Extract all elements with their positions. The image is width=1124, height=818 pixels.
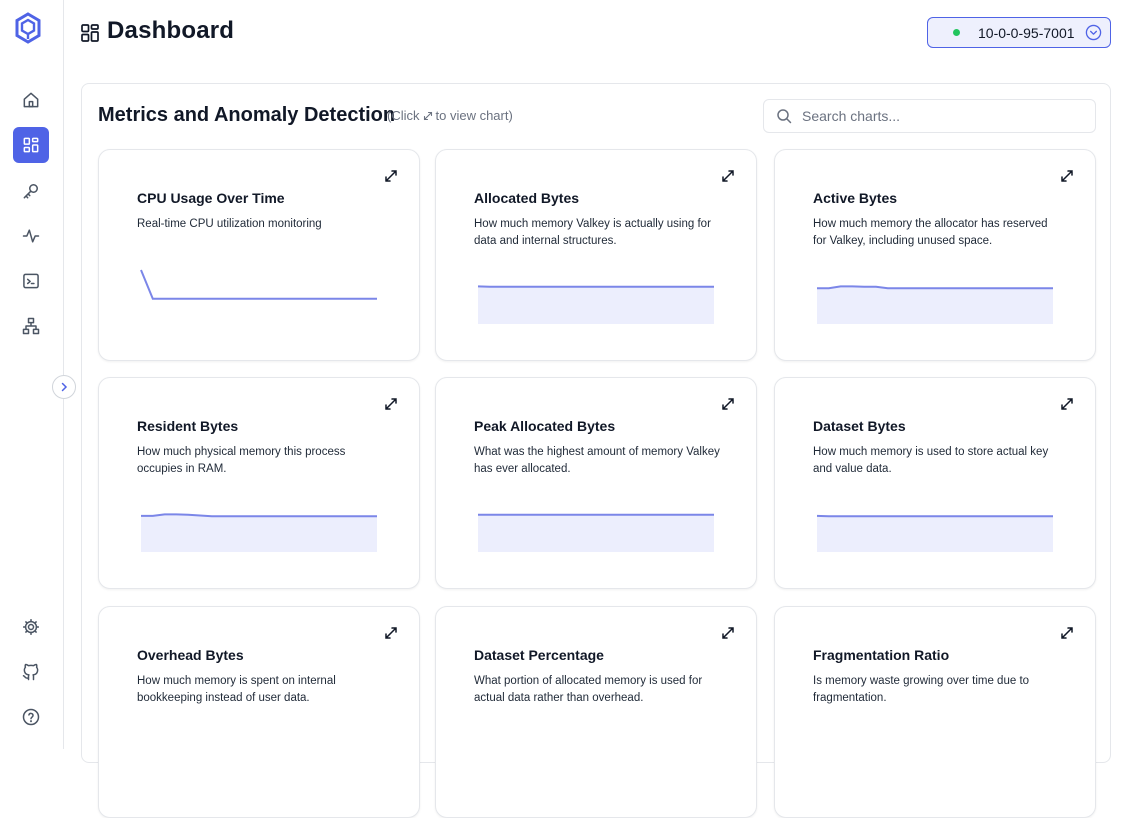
valkey-logo-icon[interactable] [14, 12, 42, 44]
card-description: How much memory Valkey is actually using… [474, 216, 724, 250]
search-icon [776, 108, 792, 124]
grid-icon [21, 135, 41, 155]
card-title: Peak Allocated Bytes [474, 418, 615, 434]
expand-icon [423, 111, 433, 121]
github-icon [21, 662, 41, 682]
card-title: Fragmentation Ratio [813, 647, 949, 663]
card-title: Resident Bytes [137, 418, 238, 434]
section-hint: (Click to view chart) [387, 108, 513, 123]
chart-line [141, 270, 377, 299]
card-description: Real-time CPU utilization monitoring [137, 216, 387, 233]
metric-card[interactable]: Dataset Percentage What portion of alloca… [435, 606, 757, 818]
sparkline-chart [476, 490, 716, 552]
chevron-down-icon [1085, 24, 1102, 41]
expand-icon[interactable] [383, 168, 399, 184]
metric-card[interactable]: Active Bytes How much memory the allocato… [774, 149, 1096, 361]
sidebar-expand-button[interactable] [52, 375, 76, 399]
expand-icon[interactable] [720, 168, 736, 184]
metric-card[interactable]: Resident Bytes How much physical memory t… [98, 377, 420, 589]
hint-text-after: to view chart) [436, 108, 513, 123]
card-title: Overhead Bytes [137, 647, 244, 663]
activity-icon [21, 226, 41, 246]
sidebar-item-github[interactable] [13, 654, 49, 690]
connection-label: 10-0-0-95-7001 [978, 25, 1075, 41]
dashboard-grid-icon [81, 24, 99, 42]
metric-card[interactable]: Dataset Bytes How much memory is used to … [774, 377, 1096, 589]
metric-card[interactable]: Fragmentation Ratio Is memory waste growi… [774, 606, 1096, 818]
hint-text-before: (Click [387, 108, 420, 123]
search-input[interactable] [802, 108, 1082, 124]
card-description: How much memory is used to store actual … [813, 444, 1063, 478]
sparkline-chart [139, 262, 379, 324]
sparkline-chart [815, 262, 1055, 324]
page-title: Dashboard [107, 17, 234, 45]
sidebar-item-cluster[interactable] [13, 308, 49, 344]
chart-area [817, 516, 1053, 552]
sidebar-item-terminal[interactable] [13, 263, 49, 299]
card-title: CPU Usage Over Time [137, 190, 285, 206]
sparkline-chart [476, 262, 716, 324]
card-description: What portion of allocated memory is used… [474, 673, 724, 707]
house-icon [21, 90, 41, 110]
metric-card[interactable]: CPU Usage Over Time Real-time CPU utiliza… [98, 149, 420, 361]
expand-icon[interactable] [720, 625, 736, 641]
section-title: Metrics and Anomaly Detection [98, 104, 395, 127]
sidebar-item-monitoring[interactable] [13, 218, 49, 254]
card-title: Allocated Bytes [474, 190, 579, 206]
card-title: Active Bytes [813, 190, 897, 206]
chart-area [817, 286, 1053, 324]
sidebar-item-help[interactable] [13, 699, 49, 735]
expand-icon[interactable] [1059, 625, 1075, 641]
sidebar-item-home[interactable] [13, 82, 49, 118]
card-description: How much physical memory this process oc… [137, 444, 387, 478]
card-description: How much memory is spent on internal boo… [137, 673, 387, 707]
chart-area [141, 514, 377, 552]
expand-icon[interactable] [1059, 168, 1075, 184]
expand-icon[interactable] [383, 396, 399, 412]
card-title: Dataset Bytes [813, 418, 906, 434]
card-description: Is memory waste growing over time due to… [813, 673, 1063, 707]
gear-icon [21, 617, 41, 637]
card-description: How much memory the allocator has reserv… [813, 216, 1063, 250]
card-description: What was the highest amount of memory Va… [474, 444, 724, 478]
help-circle-icon [21, 707, 41, 727]
card-title: Dataset Percentage [474, 647, 604, 663]
sidebar-item-settings[interactable] [13, 609, 49, 645]
metric-card[interactable]: Overhead Bytes How much memory is spent o… [98, 606, 420, 818]
metric-card[interactable]: Allocated Bytes How much memory Valkey is… [435, 149, 757, 361]
terminal-icon [21, 271, 41, 291]
metric-card[interactable]: Peak Allocated Bytes What was the highest… [435, 377, 757, 589]
metrics-panel: Metrics and Anomaly Detection (Click to … [81, 83, 1111, 763]
connection-status-dot [953, 29, 960, 36]
sidebar-item-dashboard[interactable] [13, 127, 49, 163]
search-box[interactable] [763, 99, 1096, 133]
chevron-right-icon [58, 381, 70, 393]
expand-icon[interactable] [383, 625, 399, 641]
sidebar [0, 0, 64, 749]
expand-icon[interactable] [720, 396, 736, 412]
connection-selector[interactable]: 10-0-0-95-7001 [927, 17, 1111, 48]
sparkline-chart [139, 490, 379, 552]
expand-icon[interactable] [1059, 396, 1075, 412]
chart-area [478, 515, 714, 552]
chart-area [478, 286, 714, 324]
network-icon [21, 316, 41, 336]
key-icon [21, 181, 41, 201]
sparkline-chart [815, 490, 1055, 552]
sidebar-item-key-browser[interactable] [13, 173, 49, 209]
